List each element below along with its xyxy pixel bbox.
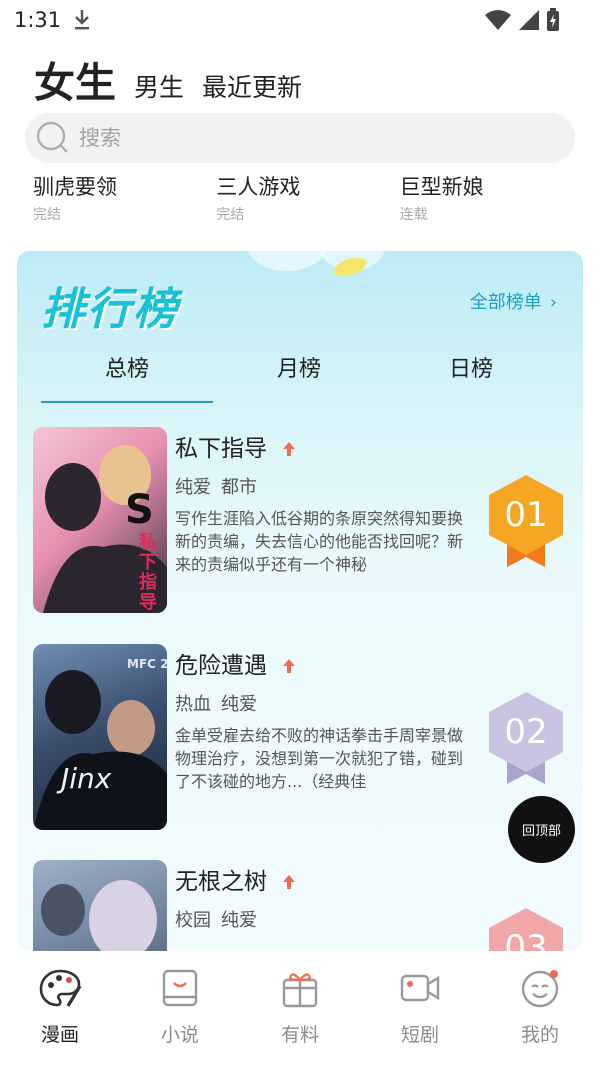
nav-label: 短剧	[400, 1024, 439, 1046]
search-icon	[36, 121, 68, 153]
comic-description: 写作生涯陷入低谷期的条原突然得知要换新的责编，失去信心的他能否找回呢？新来的责编…	[175, 509, 464, 574]
nav-label: 漫画	[40, 1024, 79, 1046]
nav-item-featured[interactable]: 有料	[240, 952, 360, 1066]
nav-item-novels[interactable]: 小说	[120, 952, 240, 1066]
rank-number: 01	[504, 495, 547, 535]
svg-text:MFC 222: MFC 222	[127, 657, 167, 671]
battery-icon	[546, 8, 560, 36]
back-to-top-button[interactable]: 回顶部	[508, 796, 575, 863]
comic-description: 金单受雇去给不败的神话拳击手周宰景做物理治疗，没想到第一次就犯了错，碰到了不该碰…	[175, 726, 464, 791]
nav-label: 有料	[280, 1024, 319, 1046]
comic-tag: 纯爱	[221, 910, 257, 931]
hot-words-row: 驯虎要领 完结 三人游戏 完结 巨型新娘 连载	[33, 173, 583, 224]
comic-tag: 纯爱	[175, 477, 211, 498]
video-camera-icon	[398, 966, 442, 1010]
ranking-item[interactable]: S 私下指导 私下指导 纯爱 都市 写作生涯陷入低谷期的条原突然得知要换新的责编，…	[33, 427, 573, 615]
comic-tags: 热血 纯爱	[175, 690, 267, 716]
status-icons	[484, 8, 560, 36]
comic-title-text: 无根之树	[175, 869, 267, 895]
comic-tag: 纯爱	[221, 694, 257, 715]
status-time: 1:31	[14, 8, 62, 32]
wifi-icon	[484, 9, 512, 35]
nav-label: 小说	[160, 1024, 199, 1046]
hot-word-title: 巨型新娘	[399, 175, 484, 199]
decoration-bubble	[247, 251, 327, 271]
tab-female[interactable]: 女生	[34, 63, 116, 106]
hot-word-status: 完结	[33, 207, 61, 223]
comic-tag: 热血	[175, 694, 211, 715]
tab-daily-ranking[interactable]: 日榜	[385, 347, 557, 403]
comic-title: 私下指导	[175, 429, 296, 463]
rank-badge: 02	[485, 688, 567, 788]
tab-recent-updates[interactable]: 最近更新	[202, 75, 302, 106]
nav-item-comics[interactable]: 漫画	[0, 952, 120, 1066]
hot-word-item[interactable]: 驯虎要领 完结	[33, 173, 216, 224]
ranking-item[interactable]: MFC 222 Jinx 危险遭遇 热血纯爱 金单受雇去给不败的神话拳击手周宰景…	[33, 644, 573, 832]
rank-badge: 01	[485, 471, 567, 571]
profile-face-icon	[518, 966, 562, 1010]
nav-item-short-drama[interactable]: 短剧	[360, 952, 480, 1066]
all-rankings-label: 全部榜单	[469, 292, 542, 313]
chevron-right-icon: ›	[549, 292, 557, 313]
gift-icon	[278, 966, 322, 1010]
rank-up-icon	[282, 654, 296, 680]
comic-tags: 校园 纯爱	[175, 906, 267, 932]
signal-icon	[518, 9, 540, 35]
search-bar[interactable]	[25, 113, 575, 163]
rank-badge: 03	[485, 904, 567, 951]
comic-tag: 都市	[221, 477, 257, 498]
download-icon	[72, 8, 92, 36]
comic-cover[interactable]: MFC 222 Jinx	[33, 644, 167, 830]
hot-word-status: 完结	[216, 207, 245, 223]
hot-word-status: 连载	[399, 207, 428, 223]
comic-tags: 纯爱 都市	[175, 473, 267, 499]
rank-number: 03	[504, 928, 547, 951]
book-icon	[158, 966, 202, 1010]
rank-up-icon	[282, 870, 296, 896]
rank-number: 02	[504, 712, 547, 752]
comic-title: 无根之树	[175, 862, 296, 896]
hot-word-item[interactable]: 三人游戏 完结	[216, 173, 399, 224]
palette-icon	[38, 966, 82, 1010]
nav-item-profile[interactable]: 我的	[480, 952, 600, 1066]
ranking-tabs: 总榜 月榜 日榜	[41, 347, 557, 403]
comic-title-text: 危险遭遇	[175, 653, 267, 679]
ranking-panel: 排行榜 全部榜单 › 总榜 月榜 日榜 S 私下指导 私下指导 纯爱 都市 写作生涯…	[17, 251, 583, 951]
hot-word-title: 驯虎要领	[33, 175, 117, 199]
cover-title-text: Jinx	[61, 762, 112, 795]
rank-up-icon	[282, 437, 296, 463]
all-rankings-link[interactable]: 全部榜单 ›	[470, 288, 557, 314]
bottom-navigation: 漫画 小说 有料 短剧 我的	[0, 952, 600, 1066]
ranking-item[interactable]: 无根之树 校园 纯爱 03	[33, 860, 573, 951]
cover-title-text: 私下指导	[139, 532, 157, 613]
status-bar: 1:31	[0, 0, 600, 42]
comic-title: 危险遭遇	[175, 646, 296, 680]
category-tabs: 女生 男生 最近更新	[34, 52, 320, 106]
comic-tag: 校园	[175, 910, 211, 931]
tab-monthly-ranking[interactable]: 月榜	[213, 347, 385, 403]
search-input[interactable]	[79, 126, 499, 150]
tab-male[interactable]: 男生	[134, 75, 184, 106]
comic-cover[interactable]	[33, 860, 167, 951]
hot-word-item[interactable]: 巨型新娘 连载	[400, 173, 583, 224]
comic-cover[interactable]: S 私下指导	[33, 427, 167, 613]
hot-word-title: 三人游戏	[216, 175, 301, 199]
tab-overall-ranking[interactable]: 总榜	[41, 347, 213, 403]
comic-title-text: 私下指导	[175, 436, 267, 462]
ranking-title: 排行榜	[41, 284, 179, 335]
nav-label: 我的	[520, 1024, 559, 1046]
svg-text:S: S	[125, 487, 154, 533]
